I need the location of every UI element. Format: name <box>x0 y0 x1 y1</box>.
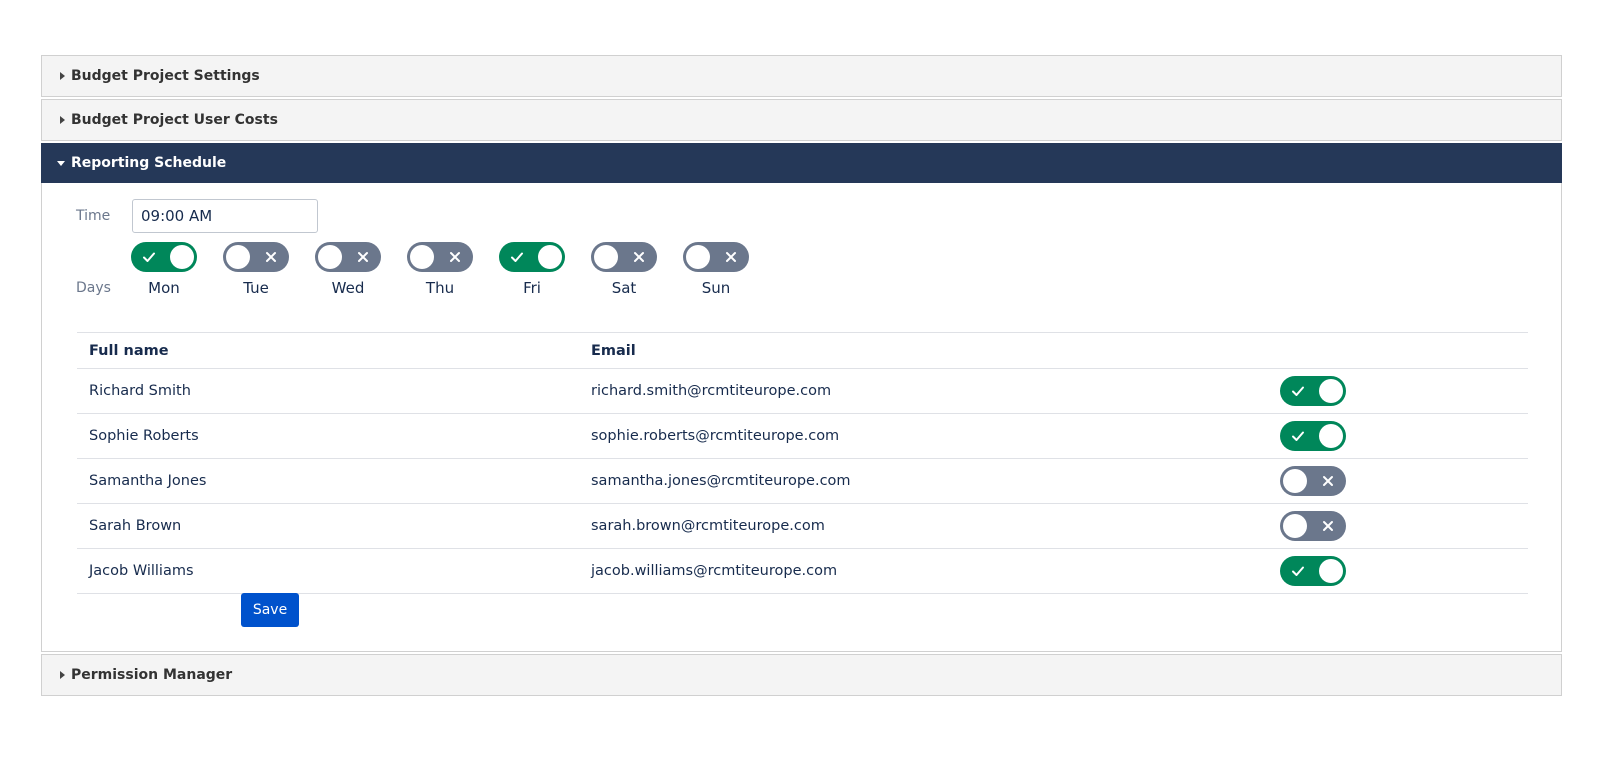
recipients-table: Full name Email Richard Smith richard.smi… <box>77 332 1528 594</box>
toggle-knob <box>170 245 194 269</box>
close-icon <box>634 252 644 262</box>
caret-right-icon <box>60 671 65 679</box>
toggle-knob <box>594 245 618 269</box>
day-label-thu: Thu <box>425 279 455 297</box>
table-header-row: Full name Email <box>77 332 1528 369</box>
save-button[interactable]: Save <box>241 593 299 627</box>
caret-right-icon <box>60 72 65 80</box>
toggle-knob <box>1283 469 1307 493</box>
cell-full-name: Sarah Brown <box>77 503 579 549</box>
day-toggle-fri[interactable] <box>499 242 565 272</box>
cell-enabled <box>1268 503 1528 549</box>
table-body: Richard Smith richard.smith@rcmtiteurope.… <box>77 368 1528 594</box>
cell-full-name: Samantha Jones <box>77 458 579 504</box>
day-label-sun: Sun <box>701 279 731 297</box>
day-label-tue: Tue <box>243 279 269 297</box>
cell-full-name: Richard Smith <box>77 368 579 414</box>
check-icon <box>511 252 523 262</box>
cell-enabled <box>1268 548 1528 594</box>
day-toggle-tue[interactable] <box>223 242 289 272</box>
section-title: Permission Manager <box>71 667 233 683</box>
section-permission-manager[interactable]: Permission Manager <box>41 654 1562 696</box>
cell-email: samantha.jones@rcmtiteurope.com <box>579 458 1268 504</box>
day-label-wed: Wed <box>331 279 365 297</box>
recipient-toggle[interactable] <box>1280 511 1346 541</box>
table-row: Richard Smith richard.smith@rcmtiteurope.… <box>77 368 1528 414</box>
accordion: Budget Project Settings Budget Project U… <box>41 55 1562 698</box>
section-budget-project-settings[interactable]: Budget Project Settings <box>41 55 1562 97</box>
day-label-fri: Fri <box>523 279 541 297</box>
section-budget-project-user-costs[interactable]: Budget Project User Costs <box>41 99 1562 141</box>
close-icon <box>266 252 276 262</box>
table-row: Sophie Roberts sophie.roberts@rcmtiteurop… <box>77 413 1528 459</box>
day-toggle-thu[interactable] <box>407 242 473 272</box>
check-icon <box>1292 566 1304 576</box>
cell-enabled <box>1268 413 1528 459</box>
close-icon <box>1323 476 1333 486</box>
toggle-knob <box>410 245 434 269</box>
cell-email: sarah.brown@rcmtiteurope.com <box>579 503 1268 549</box>
toggle-knob <box>1319 559 1343 583</box>
caret-right-icon <box>60 116 65 124</box>
close-icon <box>1323 521 1333 531</box>
table-row: Jacob Williams jacob.williams@rcmtiteurop… <box>77 548 1528 594</box>
day-toggle-wed[interactable] <box>315 242 381 272</box>
toggle-knob <box>226 245 250 269</box>
toggle-knob <box>1319 424 1343 448</box>
table-row: Samantha Jones samantha.jones@rcmtiteurop… <box>77 458 1528 504</box>
section-title: Budget Project User Costs <box>71 112 278 128</box>
cell-enabled <box>1268 458 1528 504</box>
time-input[interactable] <box>132 199 318 233</box>
check-icon <box>143 252 155 262</box>
toggle-knob <box>1319 379 1343 403</box>
section-title: Reporting Schedule <box>71 155 227 171</box>
cell-full-name: Jacob Williams <box>77 548 579 594</box>
section-reporting-schedule[interactable]: Reporting Schedule <box>41 143 1562 183</box>
header-enabled <box>1268 332 1528 369</box>
reporting-schedule-panel: Time Days Mon Tue Wed Thu Fri Sat Sun Full nam… <box>41 183 1562 652</box>
cell-email: richard.smith@rcmtiteurope.com <box>579 368 1268 414</box>
toggle-knob <box>1283 514 1307 538</box>
recipient-toggle[interactable] <box>1280 466 1346 496</box>
close-icon <box>726 252 736 262</box>
cell-email: jacob.williams@rcmtiteurope.com <box>579 548 1268 594</box>
toggle-knob <box>318 245 342 269</box>
toggle-knob <box>538 245 562 269</box>
table-row: Sarah Brown sarah.brown@rcmtiteurope.com <box>77 503 1528 549</box>
cell-email: sophie.roberts@rcmtiteurope.com <box>579 413 1268 459</box>
cell-full-name: Sophie Roberts <box>77 413 579 459</box>
day-label-sat: Sat <box>611 279 637 297</box>
days-label: Days <box>76 280 111 296</box>
recipient-toggle[interactable] <box>1280 421 1346 451</box>
close-icon <box>358 252 368 262</box>
header-email: Email <box>579 332 1268 369</box>
day-toggle-sun[interactable] <box>683 242 749 272</box>
toggle-knob <box>686 245 710 269</box>
check-icon <box>1292 431 1304 441</box>
section-title: Budget Project Settings <box>71 68 260 84</box>
header-full-name: Full name <box>77 332 579 369</box>
day-toggle-mon[interactable] <box>131 242 197 272</box>
day-label-mon: Mon <box>148 279 180 297</box>
check-icon <box>1292 386 1304 396</box>
recipient-toggle[interactable] <box>1280 556 1346 586</box>
recipient-toggle[interactable] <box>1280 376 1346 406</box>
time-label: Time <box>76 208 111 224</box>
cell-enabled <box>1268 368 1528 414</box>
day-toggle-sat[interactable] <box>591 242 657 272</box>
close-icon <box>450 252 460 262</box>
caret-down-icon <box>57 160 65 166</box>
